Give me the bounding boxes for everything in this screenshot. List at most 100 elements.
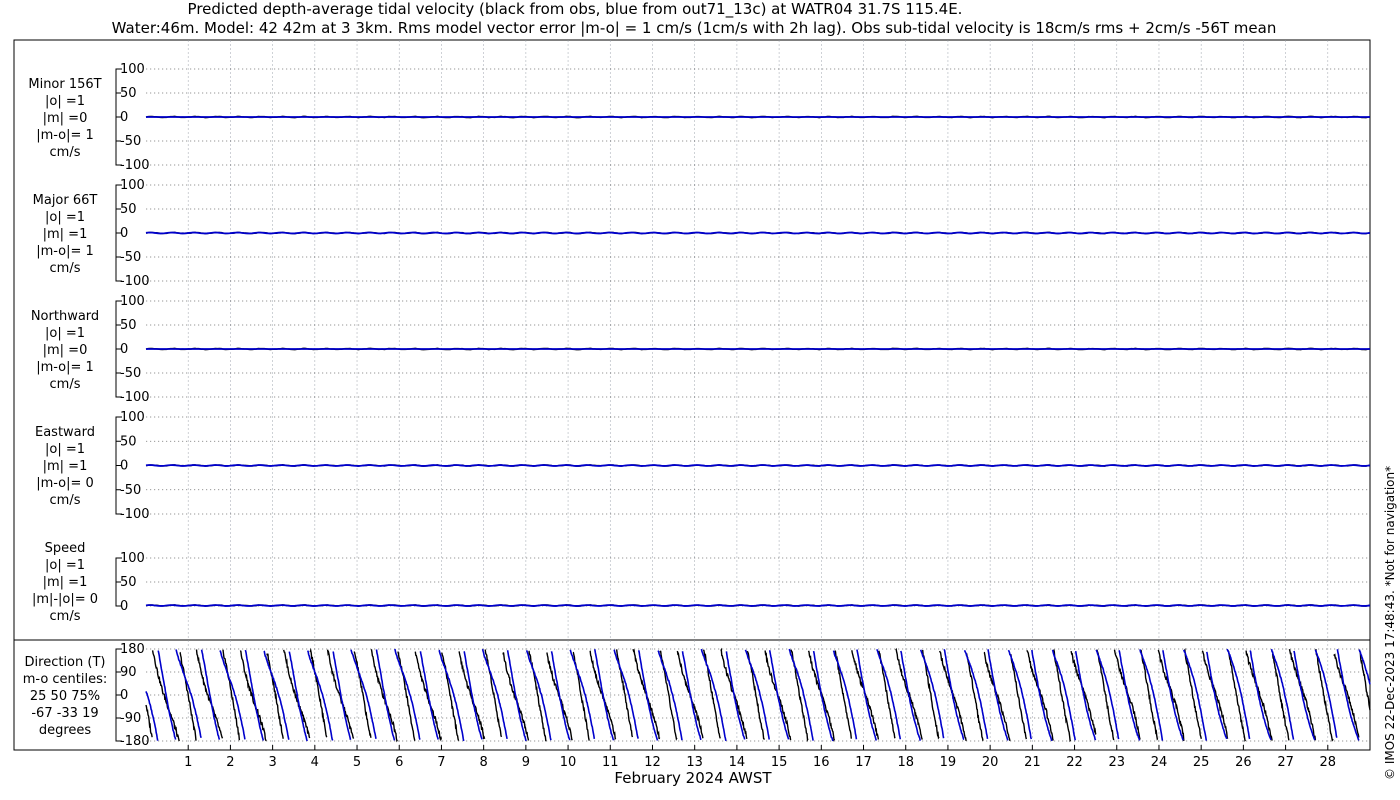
- x-tick-label: 21: [1024, 755, 1041, 770]
- y-tick-label: -50: [120, 250, 141, 265]
- x-tick-label: 6: [395, 755, 403, 770]
- y-tick-label: 100: [120, 551, 145, 566]
- panel-label-line: -67 -33 19: [31, 706, 98, 721]
- x-tick-label: 20: [982, 755, 999, 770]
- x-tick-label: 5: [353, 755, 361, 770]
- x-tick-label: 12: [644, 755, 661, 770]
- x-tick-label: 15: [771, 755, 788, 770]
- y-tick-label: 0: [120, 688, 128, 703]
- panel-east: Eastward |o| =1 |m| =1 |m-o|= 0 cm/s 100 50 0 -5…: [35, 410, 1371, 522]
- y-tick-label: 0: [120, 342, 128, 357]
- y-tick-label: -50: [120, 366, 141, 381]
- chart-title-line2: Water:46m. Model: 42 42m at 3 3km. Rms m…: [112, 19, 1277, 37]
- x-tick-label: 13: [686, 755, 703, 770]
- panel-label-line: cm/s: [50, 493, 81, 508]
- y-tick-label: 50: [120, 318, 137, 333]
- panel-label-line: |m-o|= 0: [36, 476, 94, 491]
- y-tick-label: 100: [120, 178, 145, 193]
- panel-label-line: |m| =1: [43, 575, 88, 590]
- panel-label-line: degrees: [39, 723, 92, 738]
- panel-label-line: |o| =1: [45, 442, 85, 457]
- y-tick-label: 100: [120, 410, 145, 425]
- x-tick-label: 8: [480, 755, 488, 770]
- y-tick-label: 90: [120, 665, 137, 680]
- y-tick-label: 0: [120, 599, 128, 614]
- x-tick-label: 23: [1108, 755, 1125, 770]
- x-tick-label: 10: [560, 755, 577, 770]
- panel-major: Major 66T |o| =1 |m| =1 |m-o|= 1 cm/s 100 50 0 -…: [33, 178, 1371, 289]
- y-tick-label: -100: [120, 390, 150, 405]
- tidal-velocity-chart: Predicted depth-average tidal velocity (…: [13, 0, 1397, 787]
- x-axis-label: February 2024 AWST: [614, 769, 772, 787]
- y-tick-label: -180: [120, 734, 150, 749]
- panel-label-line: |m-o|= 1: [36, 128, 94, 143]
- panel-label-line: cm/s: [50, 377, 81, 392]
- copyright-notice: © IMOS 22-Dec-2023 17:48:43. *Not for na…: [1383, 466, 1397, 780]
- panel-label-line: |m| =1: [43, 227, 88, 242]
- y-tick-label: 180: [120, 642, 145, 657]
- x-tick-label: 2: [226, 755, 234, 770]
- chart-title-line1: Predicted depth-average tidal velocity (…: [188, 0, 963, 19]
- panel-label-line: |o| =1: [45, 558, 85, 573]
- panel-label-line: Direction (T): [25, 655, 106, 670]
- x-tick-label: 26: [1235, 755, 1252, 770]
- panel-label-line: |m| =1: [43, 459, 88, 474]
- panel-label-line: |m| =0: [43, 111, 88, 126]
- panel-label-line: |m-o|= 1: [36, 360, 94, 375]
- plot-frame: [13, 39, 1371, 751]
- y-tick-label: -100: [120, 158, 150, 173]
- panel-label-line: Minor 156T: [28, 77, 101, 92]
- x-tick-label: 18: [897, 755, 914, 770]
- x-tick-label: 22: [1066, 755, 1083, 770]
- x-tick-label: 19: [940, 755, 957, 770]
- x-tick-label: 1: [184, 755, 192, 770]
- panel-speed: Speed |o| =1 |m| =1 |m|-|o|= 0 cm/s 100 50 0: [32, 541, 1371, 624]
- x-tick-label: 11: [602, 755, 619, 770]
- model-series-line: [145, 231, 1371, 235]
- y-tick-label: 0: [120, 226, 128, 241]
- y-tick-label: -50: [120, 483, 141, 498]
- panel-label-line: Eastward: [35, 425, 95, 440]
- x-tick-label: 9: [522, 755, 530, 770]
- x-tick-label: 28: [1320, 755, 1337, 770]
- y-tick-label: -100: [120, 274, 150, 289]
- model-series-line: [145, 604, 1371, 607]
- x-axis-ticks: 1 2 3 4 5 6 7 8 9 10 11 12 13 14 15 16 17 18 19 20 21 22 23 24 2…: [184, 745, 1336, 770]
- x-tick-label: 25: [1193, 755, 1210, 770]
- panel-label-line: |m| =0: [43, 343, 88, 358]
- y-tick-label: -50: [120, 134, 141, 149]
- y-tick-label: -90: [120, 711, 141, 726]
- x-tick-label: 14: [729, 755, 746, 770]
- y-tick-label: 50: [120, 202, 137, 217]
- x-tick-label: 17: [855, 755, 872, 770]
- x-tick-label: 27: [1277, 755, 1294, 770]
- y-tick-label: 0: [120, 110, 128, 125]
- model-series-line: [145, 464, 1371, 467]
- y-tick-label: 0: [120, 459, 128, 474]
- panel-label-line: |o| =1: [45, 94, 85, 109]
- panel-north: Northward |o| =1 |m| =0 |m-o|= 1 cm/s 100 50 0 -…: [31, 294, 1371, 405]
- panel-minor: Minor 156T |o| =1 |m| =0 |m-o|= 1 cm/s 100 50 0…: [28, 62, 1371, 173]
- x-tick-label: 7: [437, 755, 445, 770]
- panel-label-line: cm/s: [50, 261, 81, 276]
- x-tick-label: 3: [268, 755, 276, 770]
- y-tick-label: 50: [120, 575, 137, 590]
- panel-label-line: Speed: [45, 541, 86, 556]
- y-tick-label: 50: [120, 434, 137, 449]
- y-tick-label: -100: [120, 507, 150, 522]
- panels-group: Minor 156T |o| =1 |m| =0 |m-o|= 1 cm/s 100 50 0…: [13, 39, 1371, 751]
- y-tick-label: 100: [120, 294, 145, 309]
- panel-label-line: Major 66T: [33, 193, 98, 208]
- panel-label-line: cm/s: [50, 145, 81, 160]
- y-tick-label: 50: [120, 86, 137, 101]
- panel-label-line: |o| =1: [45, 210, 85, 225]
- panel-label-line: m-o centiles:: [23, 672, 108, 687]
- panel-label-line: Northward: [31, 309, 99, 324]
- x-tick-label: 16: [813, 755, 830, 770]
- y-tick-label: 100: [120, 62, 145, 77]
- panel-label-line: 25 50 75%: [30, 689, 100, 704]
- panel-direction: Direction (T) m-o centiles: 25 50 75% -67 -…: [23, 642, 1371, 749]
- x-tick-label: 24: [1151, 755, 1168, 770]
- panel-label-line: cm/s: [50, 609, 81, 624]
- x-tick-label: 4: [311, 755, 319, 770]
